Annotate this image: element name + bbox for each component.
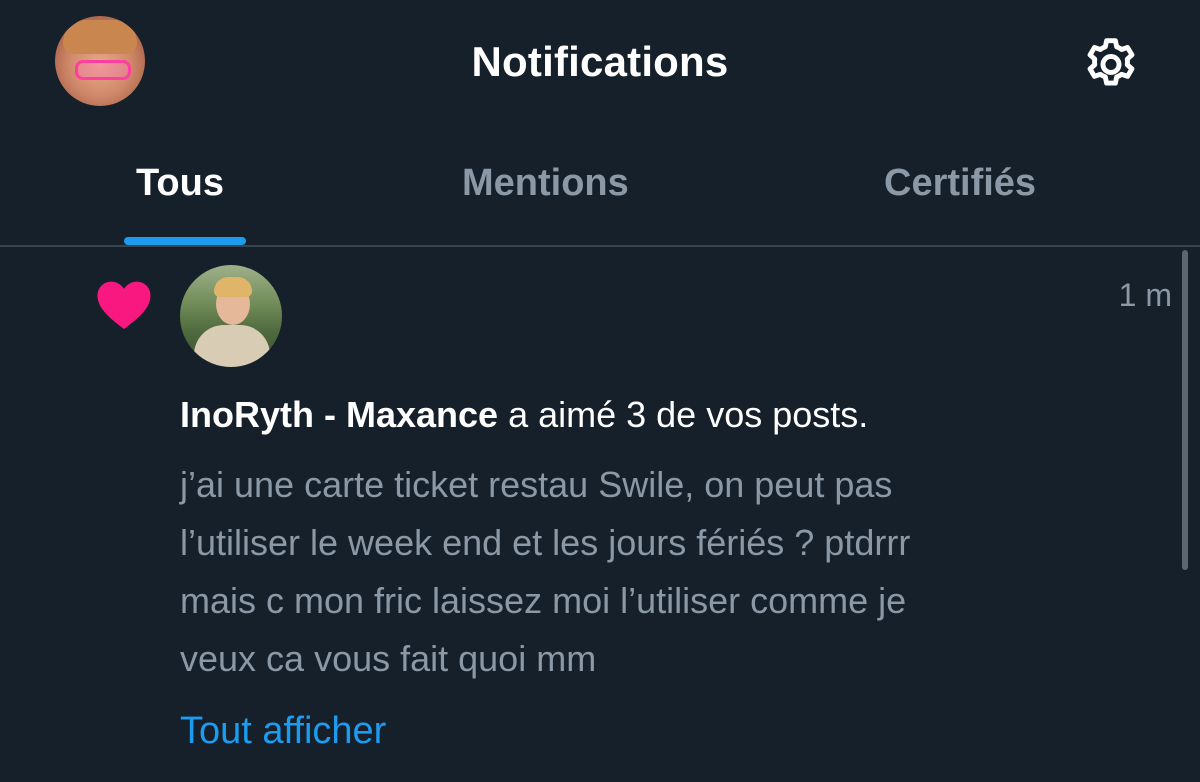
action-text: a aimé 3 de vos posts.	[498, 394, 869, 435]
avatar-hair	[214, 277, 252, 297]
tab-bar: Tous Mentions Certifiés	[0, 150, 1200, 246]
gear-icon	[1087, 38, 1135, 86]
tab-verified[interactable]: Certifiés	[884, 162, 1036, 205]
avatar-body	[194, 325, 270, 367]
notification-summary: InoRyth - Maxance a aimé 3 de vos posts.	[180, 394, 868, 436]
post-preview: j’ai une carte ticket restau Swile, on p…	[180, 456, 1120, 688]
tab-all[interactable]: Tous	[136, 162, 224, 205]
user-avatar[interactable]	[180, 265, 282, 367]
scrollbar[interactable]	[1182, 250, 1188, 570]
active-tab-indicator	[124, 237, 246, 245]
post-line: j’ai une carte ticket restau Swile, on p…	[180, 464, 893, 505]
notification-time: 1 m	[1118, 277, 1172, 313]
top-bar: Notifications	[0, 0, 1200, 130]
heart-icon	[97, 281, 151, 330]
page-title: Notifications	[471, 38, 729, 85]
notifications-screen: Notifications Tous Mentions Certifiés 1 …	[0, 0, 1200, 782]
post-line: mais c mon fric laissez moi l’utiliser c…	[180, 580, 907, 621]
user-name[interactable]: InoRyth - Maxance	[180, 394, 498, 435]
show-all-link[interactable]: Tout afficher	[180, 710, 386, 753]
post-line: veux ca vous fait quoi mm	[180, 638, 597, 679]
settings-button[interactable]	[1080, 34, 1142, 96]
notification-item[interactable]: 1 m InoRyth - Maxance a aimé 3 de vos po…	[0, 247, 1180, 782]
tab-mentions[interactable]: Mentions	[462, 162, 629, 205]
post-line: l’utiliser le week end et les jours féri…	[180, 522, 911, 563]
